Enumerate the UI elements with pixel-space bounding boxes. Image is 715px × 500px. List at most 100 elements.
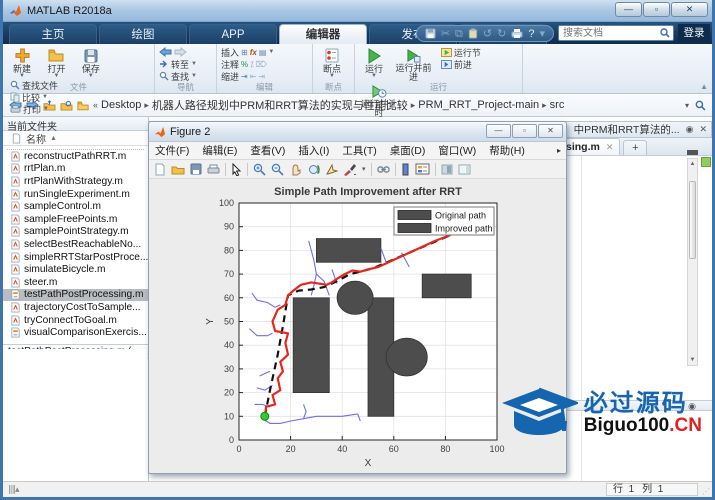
search-icon[interactable] — [660, 28, 670, 38]
tab-apps[interactable]: APP — [189, 24, 277, 44]
redo-icon[interactable]: ↻ — [497, 27, 506, 41]
figure-minimize-button[interactable]: — — [486, 124, 511, 138]
insert-fx-icon[interactable]: fx — [250, 48, 257, 57]
back-icon[interactable] — [159, 47, 172, 57]
file-row[interactable]: steer.m — [3, 276, 148, 289]
qat-dropdown-icon[interactable]: ▾ — [539, 27, 545, 41]
wrap-comment-icon[interactable]: ⌦ — [256, 60, 267, 69]
file-row[interactable]: rrtPlanWithStrategy.m — [3, 175, 148, 188]
insert-section-icon[interactable]: ⊞ — [241, 48, 248, 57]
pointer-icon[interactable] — [231, 163, 242, 176]
current-folder-title[interactable]: 当前文件夹 — [3, 117, 148, 131]
search-input[interactable] — [558, 25, 674, 41]
file-row[interactable]: reconstructPathRRT.m — [3, 150, 148, 163]
find-button[interactable]: 查找▼ — [159, 70, 212, 82]
editor-menu-icon[interactable]: ◉ — [686, 124, 694, 135]
link-plot-icon[interactable] — [377, 164, 390, 175]
print-icon[interactable] — [511, 28, 523, 39]
save-button[interactable]: 保存▼ — [76, 46, 106, 79]
run-and-advance-button[interactable]: 运行并前进 — [393, 46, 433, 82]
new-button[interactable]: 新建▼ — [7, 46, 37, 79]
menu-insert[interactable]: 插入(I) — [298, 143, 329, 158]
statusbar-grip-icon[interactable]: ∥∥▴ — [8, 484, 19, 495]
new-tab-button[interactable]: + — [623, 140, 647, 155]
minimize-button[interactable]: — — [615, 2, 642, 17]
advance-button[interactable]: 前进 — [441, 58, 481, 70]
code-analyzer-indicator[interactable] — [701, 157, 711, 167]
maximize-button[interactable]: ▫ — [643, 2, 670, 17]
fig-save-icon[interactable] — [190, 163, 202, 175]
zoom-out-icon[interactable] — [271, 163, 284, 176]
tab-editor[interactable]: 编辑器 — [279, 24, 367, 44]
tab-home[interactable]: 主页 — [9, 24, 97, 44]
file-row[interactable]: simpleRRTStarPostProce... — [3, 251, 148, 264]
file-row[interactable]: sampleFreePoints.m — [3, 213, 148, 226]
title-bar[interactable]: MATLAB R2018a — ▫ ✕ — [3, 0, 712, 22]
editor-close-icon[interactable]: ✕ — [699, 124, 707, 135]
breakpoints-button[interactable]: 断点▼ — [317, 46, 347, 79]
file-row[interactable]: visualComparisonExercis... — [3, 326, 148, 339]
sort-ascending-icon[interactable]: ▲ — [50, 135, 57, 142]
comment-icon[interactable]: % — [241, 60, 248, 69]
figure-close-button[interactable]: ✕ — [538, 124, 563, 138]
file-row[interactable]: tryConnectToGoal.m — [3, 314, 148, 327]
menu-file[interactable]: 文件(F) — [155, 143, 189, 158]
menu-view[interactable]: 查看(V) — [250, 143, 285, 158]
indent-label[interactable]: 缩进 — [221, 70, 239, 83]
figure-restore-button[interactable]: ▫ — [512, 124, 537, 138]
file-row-selected[interactable]: testPathPostProcessing.m — [3, 289, 148, 302]
address-dropdown-icon[interactable]: ▾ — [685, 101, 689, 110]
uncomment-icon[interactable]: ⁒ — [250, 60, 254, 69]
indent-left-icon[interactable]: ⇤ — [250, 72, 257, 81]
editor-tab[interactable]: sing.m ✕ — [559, 138, 620, 155]
indent-right-icon[interactable]: ⇥ — [258, 72, 265, 81]
file-row[interactable]: rrtPlan.m — [3, 163, 148, 176]
goto-button[interactable]: 转至▼ — [159, 58, 212, 70]
file-row[interactable]: runSingleExperiment.m — [3, 188, 148, 201]
name-column-header[interactable]: 名称 ▲ — [3, 131, 148, 146]
file-row[interactable]: trajectoryCostToSample... — [3, 301, 148, 314]
legend-icon[interactable] — [415, 163, 430, 175]
file-list[interactable]: reconstructPathRRT.m rrtPlan.m rrtPlanWi… — [3, 146, 148, 344]
tab-close-icon[interactable]: ✕ — [606, 142, 614, 153]
figure-title-bar[interactable]: Figure 2 — ▫ ✕ — [149, 122, 566, 142]
copy-icon[interactable]: ⧉ — [455, 27, 463, 41]
brush-dropdown-icon[interactable]: ▾ — [362, 163, 366, 176]
breadcrumb-src[interactable]: src — [550, 99, 565, 111]
rotate-3d-icon[interactable] — [307, 163, 320, 176]
menu-tools[interactable]: 工具(T) — [342, 143, 376, 158]
menu-overflow-icon[interactable]: ▸ — [557, 146, 561, 155]
login-button[interactable]: 登录 — [678, 24, 710, 42]
menu-edit[interactable]: 编辑(E) — [202, 143, 237, 158]
brush-icon[interactable] — [343, 163, 357, 176]
breadcrumb-desktop[interactable]: Desktop — [101, 99, 141, 111]
file-row[interactable]: selectBestReachableNo... — [3, 238, 148, 251]
run-button[interactable]: 运行▼ — [359, 46, 389, 79]
undo-icon[interactable]: ↺ — [483, 27, 492, 41]
insert-image-icon[interactable]: ▤ — [259, 48, 267, 57]
file-row[interactable]: simulateBicycle.m — [3, 263, 148, 276]
open-button[interactable]: 打开▼ — [41, 46, 71, 79]
address-search-icon[interactable] — [695, 100, 706, 111]
data-cursor-icon[interactable] — [325, 163, 338, 176]
tab-plots[interactable]: 绘图 — [99, 24, 187, 44]
breadcrumb-project-main[interactable]: PRM_RRT_Project-main — [418, 99, 539, 111]
close-button[interactable]: ✕ — [671, 2, 708, 17]
hide-plot-tools-icon[interactable] — [441, 164, 453, 175]
pan-hand-icon[interactable] — [289, 163, 302, 176]
cut-icon[interactable]: ✂ — [441, 27, 450, 41]
menu-window[interactable]: 窗口(W) — [438, 143, 476, 158]
colorbar-icon[interactable] — [401, 163, 410, 176]
run-section-button[interactable]: 运行节 — [441, 46, 481, 58]
show-plot-tools-icon[interactable] — [458, 164, 471, 175]
print-button[interactable]: 打印▼ — [10, 103, 58, 115]
menu-desktop[interactable]: 桌面(D) — [390, 143, 426, 158]
file-row[interactable]: sampleControl.m — [3, 200, 148, 213]
save-icon[interactable] — [425, 28, 436, 39]
fig-print-icon[interactable] — [207, 164, 220, 175]
scrollbar-thumb[interactable] — [689, 181, 696, 259]
smart-indent-icon[interactable]: ⇥ — [241, 72, 248, 81]
fig-new-icon[interactable] — [154, 163, 166, 176]
forward-icon[interactable] — [174, 47, 187, 57]
scroll-down-icon[interactable]: ▼ — [688, 355, 697, 365]
